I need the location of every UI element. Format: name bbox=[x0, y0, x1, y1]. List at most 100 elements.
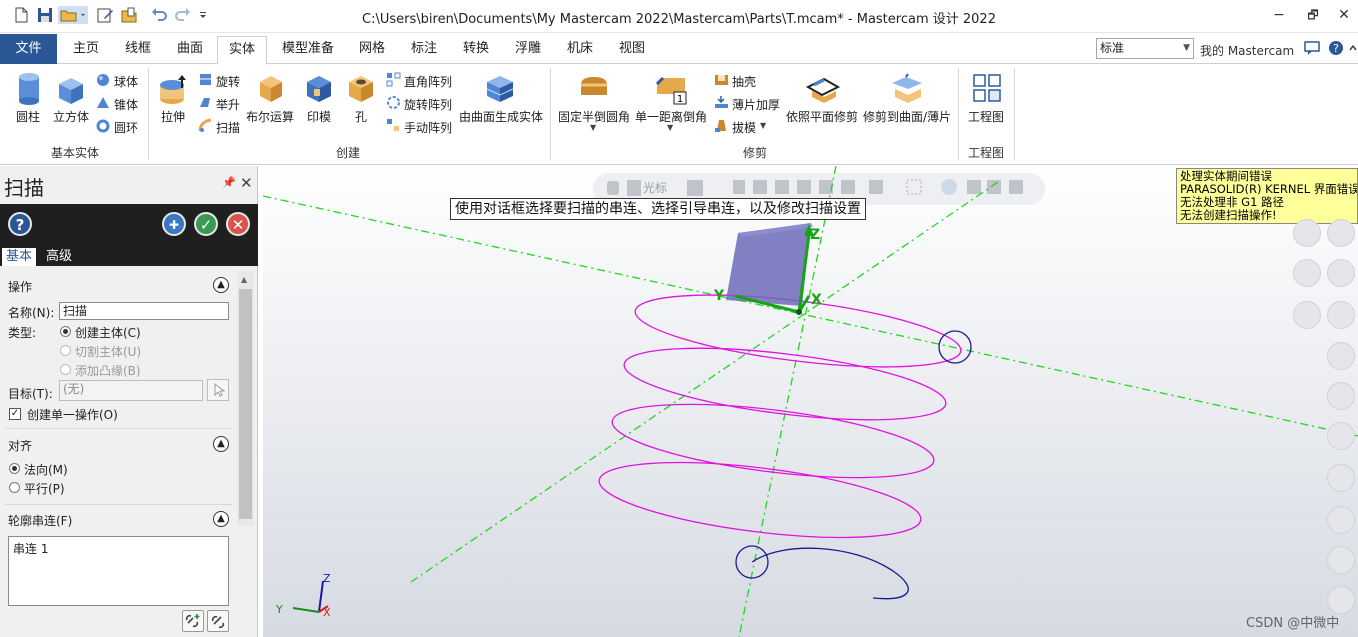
help-icon[interactable]: ? bbox=[1328, 40, 1344, 56]
collapse-ribbon-icon[interactable] bbox=[1348, 42, 1358, 54]
thicken-button[interactable]: 薄片加厚 bbox=[732, 96, 780, 113]
snap-icon[interactable] bbox=[1327, 219, 1355, 247]
chevron-down-icon[interactable]: ▼ bbox=[760, 121, 766, 130]
panel-scrollbar[interactable]: ▲ bbox=[237, 271, 254, 526]
create-body-label: 创建主体(C) bbox=[75, 326, 141, 340]
rect-array-icon bbox=[386, 72, 401, 87]
chevron-down-icon[interactable]: ▼ bbox=[667, 123, 673, 132]
shaded-view-icon[interactable] bbox=[1327, 506, 1355, 534]
target-input[interactable]: (无) bbox=[59, 380, 203, 401]
help-button[interactable]: ? bbox=[8, 212, 32, 236]
collapse-align-icon[interactable]: ▲ bbox=[213, 436, 229, 452]
chain-link-icon bbox=[211, 615, 225, 629]
measure-icon[interactable] bbox=[1327, 382, 1355, 410]
tab-file[interactable]: 文件 bbox=[0, 34, 57, 64]
imprint-button[interactable]: 印模 bbox=[307, 108, 331, 125]
scroll-up-icon[interactable]: ▲ bbox=[241, 275, 247, 284]
create-body-radio[interactable] bbox=[60, 326, 71, 337]
cube-button[interactable]: 立方体 bbox=[53, 108, 89, 125]
pin-icon[interactable]: 📌 bbox=[222, 176, 236, 189]
chain-item[interactable]: 串连 1 bbox=[13, 540, 48, 557]
no-entry-icon[interactable] bbox=[1293, 301, 1321, 329]
parallel-radio[interactable] bbox=[9, 482, 20, 493]
surface-to-solid-button[interactable]: 由曲面生成实体 bbox=[459, 108, 543, 125]
sweep-button[interactable]: 扫描 bbox=[216, 119, 240, 136]
z-axis-label: Z bbox=[810, 227, 820, 243]
draft-button[interactable]: 拔模 bbox=[732, 119, 756, 136]
tab-transform[interactable]: 转换 bbox=[452, 34, 500, 64]
extrude-button[interactable]: 拉伸 bbox=[161, 108, 185, 125]
trim-to-surface-icon bbox=[892, 73, 922, 103]
shell-button[interactable]: 抽壳 bbox=[732, 73, 756, 90]
settings-icon[interactable] bbox=[1293, 259, 1321, 287]
cut-body-radio[interactable] bbox=[60, 345, 71, 356]
triad-y-label: Y bbox=[275, 603, 283, 616]
collapse-operation-icon[interactable]: ▲ bbox=[213, 277, 229, 293]
color-view-icon[interactable] bbox=[1327, 546, 1355, 574]
tab-advanced[interactable]: 高级 bbox=[42, 248, 76, 266]
style-select[interactable]: 标准 ▼ bbox=[1096, 38, 1194, 59]
sphere-button[interactable]: 球体 bbox=[114, 73, 138, 90]
rect-array-button[interactable]: 直角阵列 bbox=[404, 73, 452, 90]
restore-button[interactable]: 🗗 bbox=[1299, 4, 1327, 26]
cylinder-button[interactable]: 圆柱 bbox=[16, 108, 40, 125]
section-divider bbox=[5, 504, 233, 505]
tab-basic[interactable]: 基本 bbox=[2, 248, 37, 266]
ok-and-create-new-button[interactable]: ✚ bbox=[162, 212, 186, 236]
tab-mesh[interactable]: 网格 bbox=[348, 34, 396, 64]
panel-title: 扫描 bbox=[4, 176, 44, 200]
panel-close-icon[interactable]: ✕ bbox=[240, 174, 253, 192]
chevron-down-icon[interactable]: ▼ bbox=[590, 123, 596, 132]
tab-wireframe[interactable]: 线框 bbox=[114, 34, 162, 64]
chain-list[interactable]: 串连 1 bbox=[8, 536, 229, 606]
add-chain-button[interactable] bbox=[182, 610, 204, 632]
add-boss-radio[interactable] bbox=[60, 364, 71, 375]
curve-icon[interactable] bbox=[1327, 301, 1355, 329]
cube-view-icon[interactable] bbox=[1327, 342, 1355, 370]
trim-to-plane-button[interactable]: 依照平面修剪 bbox=[786, 108, 858, 125]
analyze-icon[interactable] bbox=[1327, 422, 1355, 450]
tab-solids[interactable]: 实体 bbox=[217, 36, 267, 65]
solid-view-icon[interactable] bbox=[1327, 464, 1355, 492]
rot-array-icon bbox=[387, 96, 400, 109]
normal-radio[interactable] bbox=[9, 463, 20, 474]
color-swatch-icon[interactable] bbox=[1327, 586, 1355, 614]
rot-array-button[interactable]: 旋转阵列 bbox=[404, 96, 452, 113]
cone-button[interactable]: 锥体 bbox=[114, 96, 138, 113]
tab-dimension[interactable]: 标注 bbox=[400, 34, 448, 64]
collapse-profile-icon[interactable]: ▲ bbox=[213, 511, 229, 527]
manual-array-button[interactable]: 手动阵列 bbox=[404, 119, 452, 136]
single-operation-checkbox[interactable]: ✓ bbox=[9, 408, 21, 420]
trim-to-surface-button[interactable]: 修剪到曲面/薄片 bbox=[863, 108, 951, 125]
group-divider bbox=[1014, 68, 1015, 160]
hole-button[interactable]: 孔 bbox=[355, 108, 367, 125]
select-target-icon[interactable] bbox=[207, 379, 229, 401]
drawing-button[interactable]: 工程图 bbox=[968, 108, 1004, 125]
feedback-icon[interactable] bbox=[1304, 40, 1320, 56]
my-mastercam-link[interactable]: 我的 Mastercam bbox=[1200, 42, 1294, 59]
tab-relief[interactable]: 浮雕 bbox=[504, 34, 552, 64]
circle-select-icon[interactable] bbox=[1327, 259, 1355, 287]
name-input[interactable]: 扫描 bbox=[59, 302, 229, 320]
boolean-button[interactable]: 布尔运算 bbox=[246, 108, 294, 125]
tab-surfaces[interactable]: 曲面 bbox=[166, 34, 214, 64]
tab-model-prep[interactable]: 模型准备 bbox=[272, 34, 344, 64]
graphics-viewport[interactable]: Z Y X Z Y X 光标 使用对话框选择要扫描的串连、选择引导串连，以及修改… bbox=[263, 166, 1358, 637]
revolve-button[interactable]: 旋转 bbox=[216, 73, 240, 90]
loft-button[interactable]: 举升 bbox=[216, 96, 240, 113]
hole-icon bbox=[349, 76, 373, 102]
tab-machine[interactable]: 机床 bbox=[556, 34, 604, 64]
torus-button[interactable]: 圆环 bbox=[114, 119, 138, 136]
shell-icon bbox=[715, 75, 728, 85]
tab-view[interactable]: 视图 bbox=[608, 34, 656, 64]
minimize-button[interactable]: − bbox=[1265, 4, 1293, 26]
cursor-mode-label[interactable]: 光标 bbox=[643, 179, 667, 196]
tab-home[interactable]: 主页 bbox=[62, 34, 110, 64]
group-label-basic-solids: 基本实体 bbox=[50, 146, 99, 160]
ok-button[interactable]: ✓ bbox=[194, 212, 218, 236]
scrollbar-thumb[interactable] bbox=[239, 289, 252, 519]
cancel-button[interactable]: ✕ bbox=[226, 212, 250, 236]
remove-chain-button[interactable] bbox=[207, 610, 229, 632]
layers-icon[interactable] bbox=[1293, 219, 1321, 247]
close-button[interactable]: ✕ bbox=[1330, 4, 1358, 26]
